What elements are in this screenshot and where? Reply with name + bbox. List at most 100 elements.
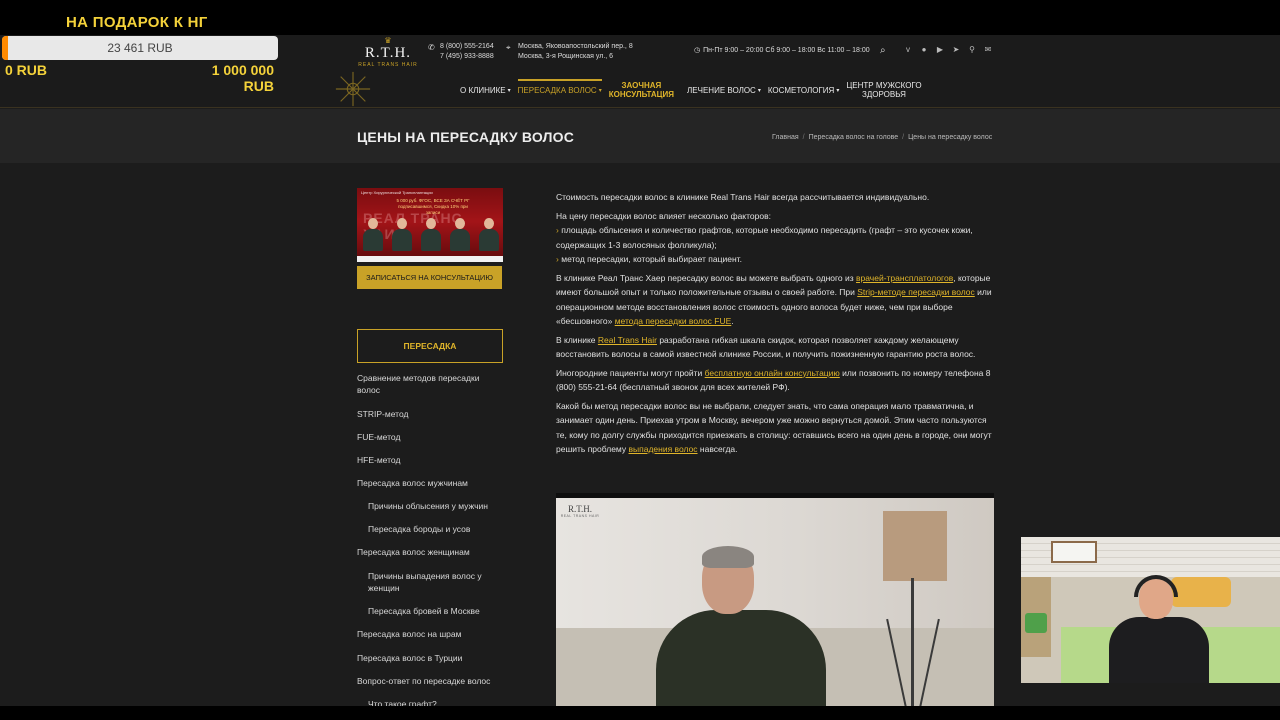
video-person-hair <box>702 546 754 568</box>
sidebar-item-strip[interactable]: STRIP-метод <box>357 408 503 420</box>
bullet-item: › метод пересадки, который выбирает паци… <box>556 252 996 267</box>
breadcrumb: Главная / Пересадка волос на голове / Це… <box>772 134 992 141</box>
crown-icon: ♛ <box>384 36 392 45</box>
video-logo-brand: R.T.H. <box>567 504 593 514</box>
bullet-text: метод пересадки, который выбирает пациен… <box>561 254 742 264</box>
video-logo-sub: REAL TRANS HAIR <box>560 514 600 518</box>
odnoklassniki-icon[interactable]: ⚲ <box>967 45 977 55</box>
nav-label-line2: ЗДОРОВЬЯ <box>862 90 906 99</box>
breadcrumb-separator: / <box>802 134 805 141</box>
text: . <box>731 316 734 326</box>
sidebar-item-turkey[interactable]: Пересадка волос в Турции <box>357 652 503 664</box>
text: В клинике Реал Транс Хаер пересадку воло… <box>556 272 857 283</box>
telegram-icon[interactable]: ➤ <box>951 45 961 55</box>
address-1: Москва, Яковоапостольский пер., 8 <box>518 43 633 50</box>
nav-item-hair-transplant[interactable]: ПЕРЕСАДКА ВОЛОС ▾ <box>517 78 602 95</box>
nav-label-line2: КОНСУЛЬТАЦИЯ <box>608 90 675 99</box>
header-phones[interactable]: ✆ 8 (800) 555-2164 7 (495) 933-8888 <box>428 42 494 62</box>
paragraph-operation: Какой бы метод пересадки волос вы не выб… <box>556 399 996 457</box>
video-lampshade <box>883 511 947 581</box>
sidebar-item-men[interactable]: Пересадка волос мужчинам <box>357 477 503 489</box>
nav-label-line1: ЦЕНТР МУЖСКОГО <box>846 81 922 90</box>
breadcrumb-home[interactable]: Главная <box>772 134 799 141</box>
vk-icon[interactable]: ᴠ <box>903 45 913 55</box>
hours-text: Пн-Пт 9:00 – 20:00 Сб 9:00 – 18:00 Вс 11… <box>703 47 870 54</box>
sidebar-item-methods-comparison[interactable]: Сравнение методов пересадки волос <box>357 372 503 396</box>
phone-2[interactable]: 7 (495) 933-8888 <box>440 52 494 62</box>
sidebar-item-women-hairloss[interactable]: Причины выпадения волос у женщин <box>368 570 503 594</box>
promo-banner[interactable]: Центр Хирургической Трансплантации 5 000… <box>357 188 503 262</box>
nav-item-about[interactable]: О КЛИНИКЕ ▾ <box>460 86 511 95</box>
text: Какой бы метод пересадки волос вы не выб… <box>556 400 992 455</box>
paragraph-discounts: В клинике Real Trans Hair разработана ги… <box>556 333 996 362</box>
streamer-webcam <box>1021 537 1280 683</box>
breadcrumb-separator: / <box>902 134 905 141</box>
link-doctors[interactable]: врачей-трансплатологов <box>856 273 953 283</box>
text: Иногородние пациенты могут пройти <box>556 367 705 378</box>
sidebar-item-eyebrows[interactable]: Пересадка бровей в Москве <box>368 605 503 617</box>
video-watermark-logo: R.T.H. REAL TRANS HAIR <box>560 504 600 518</box>
social-links: ᴠ ● ▶ ➤ ⚲ ✉ <box>903 45 993 55</box>
doctor-figure <box>361 218 385 258</box>
sidebar-item-men-baldness[interactable]: Причины облысения у мужчин <box>368 500 503 512</box>
sidebar-item-beard[interactable]: Пересадка бороды и усов <box>368 523 503 535</box>
chevron-down-icon: ▾ <box>757 87 761 94</box>
link-strip-method[interactable]: Strip-методе пересадки волос <box>857 287 975 297</box>
arrow-bullet-icon: › <box>556 254 559 264</box>
sidebar-item-faq[interactable]: Вопрос-ответ по пересадке волос <box>357 675 503 687</box>
location-pin-icon: ⌖ <box>506 43 511 52</box>
donation-min-label: 0 RUB <box>5 62 48 78</box>
logo-subtitle: REAL TRANS HAIR <box>358 62 418 68</box>
donation-goal-title: НА ПОДАРОК К НГ <box>66 14 208 31</box>
webcam-person-body <box>1109 617 1209 683</box>
embedded-video[interactable]: R.T.H. REAL TRANS HAIR <box>556 493 994 706</box>
article-content: Стоимость пересадки волос в клинике Real… <box>556 190 996 461</box>
doctor-figure <box>390 218 414 258</box>
consultation-button[interactable]: ЗАПИСАТЬСЯ НА КОНСУЛЬТАЦИЮ <box>357 266 502 289</box>
header-hours: ◷ Пн-Пт 9:00 – 20:00 Сб 9:00 – 18:00 Вс 1… <box>694 46 870 54</box>
link-real-trans-hair[interactable]: Real Trans Hair <box>598 335 657 345</box>
nav-item-mens-health[interactable]: ЦЕНТР МУЖСКОГО ЗДОРОВЬЯ <box>846 81 921 99</box>
site-logo[interactable]: ♛ R.T.H. REAL TRANS HAIR <box>352 37 424 73</box>
sidebar-item-scar[interactable]: Пересадка волос на шрам <box>357 628 503 640</box>
link-fue-method[interactable]: метода пересадки волос FUE <box>615 316 732 326</box>
search-icon[interactable]: ⌕ <box>880 45 886 56</box>
sidebar-item-women[interactable]: Пересадка волос женщинам <box>357 546 503 558</box>
phone-icon: ✆ <box>428 43 435 52</box>
sidebar-item-fue[interactable]: FUE-метод <box>357 431 503 443</box>
page-title-bar: ЦЕНЫ НА ПЕРЕСАДКУ ВОЛОС Главная / Переса… <box>0 109 1280 163</box>
main-nav: О КЛИНИКЕ ▾ ПЕРЕСАДКА ВОЛОС ▾ ЗАОЧНАЯ КОНС… <box>460 78 929 102</box>
chevron-down-icon: ▾ <box>836 87 840 94</box>
nav-label-line1: ЗАОЧНАЯ <box>621 81 662 90</box>
mail-icon[interactable]: ✉ <box>983 45 993 55</box>
youtube-icon[interactable]: ▶ <box>935 45 945 55</box>
link-online-consult[interactable]: бесплатную онлайн консультацию <box>705 368 840 378</box>
logo-brand: R.T.H. <box>364 45 412 61</box>
ok-icon[interactable]: ● <box>919 45 929 55</box>
breadcrumb-hair-transplant[interactable]: Пересадка волос на голове <box>809 134 899 141</box>
letterbox-bottom <box>0 706 1280 720</box>
nav-item-remote-consult[interactable]: ЗАОЧНАЯ КОНСУЛЬТАЦИЯ <box>609 81 674 99</box>
page-title: ЦЕНЫ НА ПЕРЕСАДКУ ВОЛОС <box>357 129 575 145</box>
arrow-bullet-icon: › <box>556 225 559 235</box>
nav-label: О КЛИНИКЕ <box>460 85 506 95</box>
nav-item-cosmetology[interactable]: КОСМЕТОЛОГИЯ ▾ <box>768 86 840 95</box>
chevron-down-icon: ▾ <box>507 87 511 94</box>
banner-header: Центр Хирургической Трансплантации <box>361 190 433 195</box>
doctor-figure <box>448 218 472 258</box>
address-2: Москва, 3-я Рощинская ул., 6 <box>518 53 614 60</box>
nav-item-hair-treatment[interactable]: ЛЕЧЕНИЕ ВОЛОС ▾ <box>687 86 761 95</box>
paragraph-intro: Стоимость пересадки волос в клинике Real… <box>556 192 930 202</box>
sidebar-section-title: ПЕРЕСАДКА <box>357 329 503 363</box>
breadcrumb-current: Цены на пересадку волос <box>908 134 993 141</box>
banner-footer-strip <box>357 256 503 262</box>
header-address: ⌖ Москва, Яковоапостольский пер., 8 Моск… <box>506 42 633 62</box>
paragraph-doctors: В клинике Реал Транс Хаер пересадку воло… <box>556 271 996 329</box>
nav-label: ЛЕЧЕНИЕ ВОЛОС <box>687 85 756 95</box>
clock-icon: ◷ <box>694 47 701 54</box>
link-hair-loss[interactable]: выпадения волос <box>629 444 698 454</box>
donation-max-label: 1 000 000 RUB <box>211 62 274 94</box>
chevron-down-icon: ▾ <box>598 87 602 94</box>
sidebar-item-hfe[interactable]: HFE-метод <box>357 454 503 466</box>
phone-1[interactable]: 8 (800) 555-2164 <box>440 42 494 52</box>
